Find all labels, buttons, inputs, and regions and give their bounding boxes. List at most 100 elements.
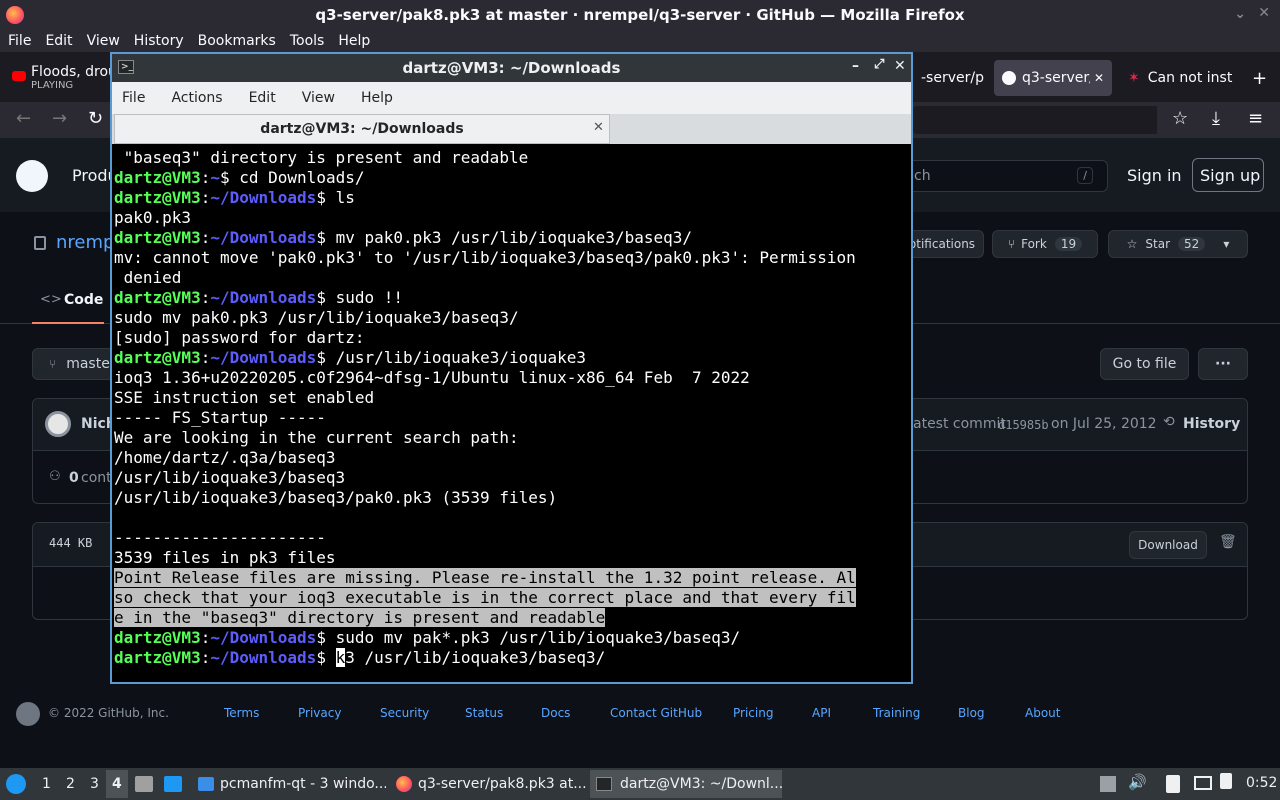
footer-link-blog[interactable]: Blog [958, 706, 985, 720]
chevron-down-icon[interactable]: ▾ [1223, 237, 1229, 251]
close-icon[interactable]: ✕ [1258, 5, 1270, 21]
prompt-path: ~/Downloads [210, 628, 317, 647]
terminal-menu-file[interactable]: File [122, 90, 145, 106]
menu-file[interactable]: File [8, 33, 31, 49]
terminal-menu-view[interactable]: View [302, 90, 335, 106]
repo-owner-link[interactable]: nremp [56, 232, 114, 253]
tab-youtube[interactable]: Floods, drou PLAYING [4, 60, 110, 96]
workspace-4[interactable]: 4 [106, 770, 128, 798]
footer-link-pricing[interactable]: Pricing [733, 706, 773, 720]
firefox-icon [396, 776, 412, 792]
terminal-tab[interactable]: dartz@VM3: ~/Downloads ✕ [114, 114, 610, 144]
search-input[interactable]: ch / [900, 160, 1108, 192]
forward-icon[interactable]: → [52, 108, 67, 129]
go-to-file-button[interactable]: Go to file [1100, 348, 1189, 380]
avatar[interactable] [45, 411, 71, 437]
display-icon[interactable] [1194, 776, 1212, 790]
back-icon[interactable]: ← [16, 108, 31, 129]
taskbar-item-firefox[interactable]: q3-server/pak8.pk3 at... [390, 770, 586, 798]
tab-label: Can not inst [1147, 70, 1233, 86]
terminal-window[interactable]: >_ dartz@VM3: ~/Downloads – ⤢ ✕ File Act… [110, 52, 913, 684]
notification-icon[interactable] [1220, 773, 1232, 789]
prompt-path: ~/Downloads [210, 348, 317, 367]
tray-package-icon[interactable] [1100, 776, 1116, 792]
tab-server-p[interactable]: -server/p [913, 60, 991, 96]
volume-icon[interactable]: 🔊 [1128, 773, 1147, 791]
close-icon[interactable]: ✕ [894, 58, 906, 74]
reload-icon[interactable]: ↻ [88, 108, 103, 129]
url-bar[interactable] [913, 106, 1157, 134]
star-count: 52 [1178, 237, 1206, 251]
tab-close-icon[interactable]: ✕ [593, 120, 604, 135]
output-text: /home/dartz/.q3a/baseq3 [114, 448, 336, 467]
taskbar-item-pcmanfm[interactable]: pcmanfm-qt - 3 windo... [192, 770, 386, 798]
github-icon [1002, 71, 1016, 85]
footer-link-security[interactable]: Security [380, 706, 429, 720]
terminal-app-icon: >_ [118, 60, 134, 74]
footer-link-about[interactable]: About [1025, 706, 1060, 720]
command-text: $ [316, 648, 336, 667]
download-button[interactable]: Download [1129, 531, 1207, 559]
clock[interactable]: 0:52 [1246, 775, 1277, 791]
trash-icon[interactable]: 🗑 [1219, 534, 1237, 550]
menu-view[interactable]: View [87, 33, 120, 49]
sign-up-button[interactable]: Sign up [1192, 158, 1264, 192]
fork-button[interactable]: ⑂ Fork 19 [992, 230, 1098, 258]
file-manager-launcher-icon[interactable] [135, 776, 153, 792]
downloads-icon[interactable]: ⤓ [1212, 108, 1220, 129]
prompt-separator: : [200, 628, 211, 647]
more-options-button[interactable]: ··· [1198, 348, 1248, 380]
terminal-menu-edit[interactable]: Edit [249, 90, 276, 106]
desktop-icon[interactable] [164, 776, 182, 792]
github-footer-logo-icon[interactable] [16, 702, 40, 726]
new-tab-icon[interactable]: + [1252, 68, 1267, 89]
bookmark-star-outline-icon[interactable]: ☆ [1172, 108, 1188, 129]
terminal-titlebar[interactable]: >_ dartz@VM3: ~/Downloads – ⤢ ✕ [112, 54, 911, 82]
sign-in-link[interactable]: Sign in [1127, 166, 1182, 185]
minimize-icon[interactable]: – [852, 58, 859, 74]
latest-commit-label: atest commit [913, 416, 1006, 432]
fork-label: Fork [1021, 237, 1047, 251]
footer-link-terms[interactable]: Terms [224, 706, 259, 720]
sign-up-label: Sign up [1200, 166, 1261, 185]
branch-selector[interactable]: ⑂ maste [32, 348, 122, 380]
tab-active-github[interactable]: q3-server/ ✕ [994, 60, 1112, 96]
prompt-separator: : [200, 228, 211, 247]
tab-close-icon[interactable]: ✕ [1094, 71, 1104, 85]
history-link[interactable]: History [1183, 416, 1240, 432]
terminal-menu-help[interactable]: Help [361, 90, 393, 106]
output-text: We are looking in the current search pat… [114, 428, 519, 447]
footer-link-training[interactable]: Training [873, 706, 920, 720]
minimize-icon[interactable]: ⌄ [1234, 6, 1246, 22]
tab-can-not-install[interactable]: ✶ Can not inst [1120, 60, 1242, 96]
tab-code[interactable]: <> Code [32, 284, 104, 324]
clipboard-icon[interactable] [1166, 775, 1180, 793]
github-logo-icon[interactable] [16, 160, 48, 192]
kebab-icon: ··· [1215, 356, 1231, 372]
menu-help[interactable]: Help [338, 33, 370, 49]
footer-link-api[interactable]: API [812, 706, 831, 720]
terminal-line: mv: cannot move 'pak0.pk3' to '/usr/lib/… [114, 248, 856, 268]
workspace-1[interactable]: 1 [36, 770, 57, 798]
menu-edit[interactable]: Edit [45, 33, 72, 49]
star-button[interactable]: ☆ Star 52 ▾ [1108, 230, 1248, 258]
start-menu-icon[interactable] [6, 774, 26, 794]
menu-bookmarks[interactable]: Bookmarks [198, 33, 276, 49]
footer-link-status[interactable]: Status [465, 706, 503, 720]
maximize-icon[interactable]: ⤢ [874, 57, 884, 72]
commit-hash[interactable]: d15985b [998, 418, 1049, 432]
prompt-user: dartz@VM3 [114, 628, 201, 647]
download-label: Download [1138, 538, 1198, 552]
hamburger-menu-icon[interactable]: ≡ [1248, 108, 1263, 129]
terminal-output[interactable]: "baseq3" directory is present and readab… [114, 146, 909, 682]
footer-link-privacy[interactable]: Privacy [298, 706, 341, 720]
workspace-2[interactable]: 2 [60, 770, 81, 798]
terminal-menu-actions[interactable]: Actions [171, 90, 222, 106]
taskbar-item-terminal[interactable]: dartz@VM3: ~/Downl... [590, 770, 782, 798]
menu-tools[interactable]: Tools [290, 33, 325, 49]
workspace-3[interactable]: 3 [84, 770, 105, 798]
footer-link-contact[interactable]: Contact GitHub [610, 706, 702, 720]
menu-history[interactable]: History [134, 33, 184, 49]
footer-link-docs[interactable]: Docs [541, 706, 570, 720]
command-text: $ mv pak0.pk3 /usr/lib/ioquake3/baseq3/ [316, 228, 692, 247]
